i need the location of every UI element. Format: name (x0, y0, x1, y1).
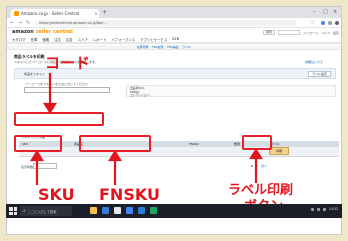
search-scope-select[interactable]: 検索 (263, 30, 276, 35)
subnav-link-fba-shipments[interactable]: FBA納品 (167, 45, 178, 50)
window-close-button[interactable]: × (333, 8, 337, 16)
menu-item-orders[interactable]: 注文 (54, 37, 61, 42)
menu-item-catalog[interactable]: カタログ (12, 37, 26, 42)
menu-item-advertising[interactable]: 広告 (66, 37, 73, 42)
breadcrumb-nav: 在庫管理 FBA在庫 FBA納品 ラベル (7, 45, 341, 50)
print-button-highlight (242, 135, 272, 150)
subnav-link-inventory[interactable]: 在庫管理 (137, 45, 148, 50)
extension-icon[interactable] (321, 21, 325, 25)
product-info-box: 出品者SKU: FNSKU: コンディション: (126, 85, 336, 97)
menu-item-b2b[interactable]: B2B (172, 37, 179, 42)
chrome-icon[interactable] (126, 207, 133, 214)
volume-icon[interactable] (316, 207, 320, 211)
annotation-sku-label: SKU (38, 185, 75, 204)
network-icon[interactable] (310, 207, 314, 211)
next-page-link[interactable]: 次へ (261, 164, 267, 168)
page-number-current[interactable]: 1 (251, 164, 253, 168)
messages-link[interactable]: メッセージ (303, 31, 318, 35)
back-icon[interactable]: ← (10, 19, 14, 27)
annotation-fnsku-label: FNSKU (99, 185, 160, 204)
scan-input-highlight (14, 112, 104, 126)
tab-close-icon[interactable]: × (93, 11, 99, 16)
taskbar-clock[interactable]: 14:32 (329, 207, 338, 211)
mail-icon[interactable] (138, 207, 145, 214)
battery-icon[interactable] (322, 207, 326, 211)
header-tools: 検索 メッセージ ヘルプ 設定 (263, 30, 339, 35)
menu-item-stores[interactable]: ストア (78, 37, 88, 42)
page-number[interactable]: 2 (256, 164, 258, 168)
scan-panel-label: 商品をスキャン (24, 72, 46, 76)
header-search-input[interactable] (278, 30, 301, 35)
reload-icon[interactable]: ↻ (26, 19, 30, 27)
search-icon: ⌕ (23, 208, 26, 214)
learn-more-link[interactable]: 詳細はこちら (305, 60, 323, 64)
page-size-label: 表示件数 (21, 165, 34, 169)
menu-item-inventory[interactable]: 在庫 (31, 37, 38, 42)
amazon-favicon-icon (14, 11, 19, 16)
menu-item-reports[interactable]: レポート (93, 37, 107, 42)
main-menu: カタログ 在庫 価格 注文 広告 ストア レポート パフォーマンス アプリとサー… (12, 37, 179, 42)
maximize-button[interactable]: □ (323, 8, 328, 16)
sku-highlight (14, 135, 62, 152)
subnav-link-labels[interactable]: ラベル (182, 45, 190, 50)
menu-item-performance[interactable]: パフォーマンス (111, 37, 135, 42)
edge-icon[interactable] (102, 207, 109, 214)
annotation-print-label-line1: ラベル印刷 (228, 183, 294, 198)
table-row (19, 147, 339, 157)
page-size-select[interactable] (33, 163, 57, 169)
subnav-link-fba-inventory[interactable]: FBA在庫 (152, 45, 163, 50)
url-field[interactable]: https://sellercentral.amazon.co.jp/fba/.… (35, 20, 297, 26)
info-line-condition: コンディション: (130, 93, 151, 97)
forward-icon[interactable]: → (18, 19, 22, 27)
address-bar-row: ← → ↻ https://sellercentral.amazon.co.jp… (7, 18, 341, 28)
help-link[interactable]: ヘルプ (321, 31, 330, 35)
windows-taskbar: ⌕ ここに入力して検索 14:32 (6, 204, 342, 218)
print-label-button[interactable]: 印刷 (269, 147, 289, 155)
profile-icon[interactable] (328, 21, 332, 25)
pagination: 1 2 次へ (251, 164, 267, 168)
settings-link[interactable]: 設定 (333, 31, 339, 35)
windows-start-icon[interactable] (9, 207, 17, 215)
taskbar-search[interactable]: ⌕ ここに入力して検索 (20, 206, 72, 216)
menu-icon[interactable] (335, 21, 339, 25)
store-icon[interactable] (114, 207, 121, 214)
label-settings-button[interactable]: ラベル設定 (307, 71, 331, 77)
fnsku-highlight (79, 135, 151, 152)
menu-item-apps[interactable]: アプリとサービス (140, 37, 167, 42)
scan-field-label: バーコードをスキャンまたは入力してください (25, 82, 88, 86)
annotation-code-label: コード (45, 54, 91, 72)
menu-item-pricing[interactable]: 価格 (42, 37, 49, 42)
seller-central-header: amazon seller central カタログ 在庫 価格 注文 広告 ス… (7, 28, 341, 44)
seller-central-logo[interactable]: amazon seller central (12, 29, 73, 35)
new-tab-button[interactable]: + (102, 9, 107, 17)
tab-bar: Amazon.co.jp - Seller Central × + – □ × (7, 7, 341, 18)
system-tray: 14:32 (310, 207, 338, 211)
browser-tab[interactable]: Amazon.co.jp - Seller Central × (11, 9, 99, 18)
bookmark-star-icon[interactable]: ☆ (311, 19, 315, 27)
minimize-button[interactable]: – (313, 8, 316, 16)
taskbar-search-placeholder: ここに入力して検索 (27, 209, 57, 214)
barcode-scan-input[interactable] (24, 87, 110, 93)
file-explorer-icon[interactable] (90, 207, 97, 214)
tab-title: Amazon.co.jp - Seller Central (21, 11, 80, 16)
excel-icon[interactable] (150, 207, 157, 214)
